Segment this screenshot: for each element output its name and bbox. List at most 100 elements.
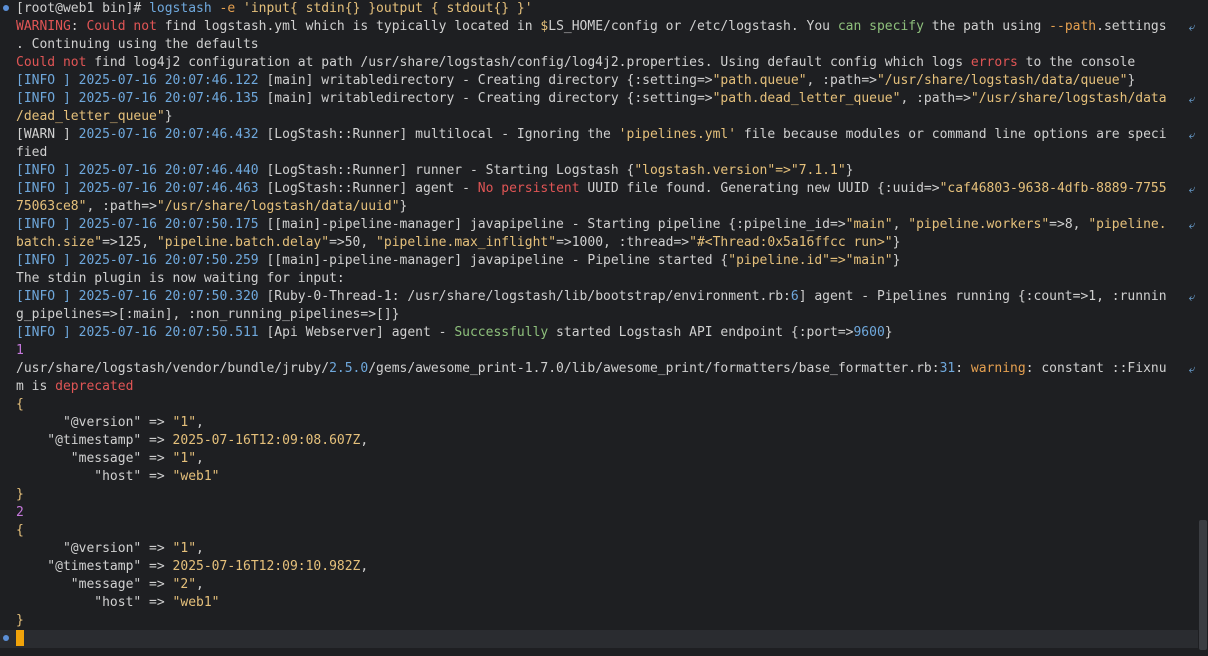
line-wrap-icon: ⤶	[1188, 218, 1196, 232]
terminal-text: 2025-07-16 20:07:46.135	[70, 91, 267, 106]
terminal-line: 2	[0, 504, 1198, 522]
terminal-line: }	[0, 612, 1198, 630]
terminal-text: "#<Thread:0x5a16ffcc run>"	[689, 235, 893, 250]
terminal-text: "/usr/share/logstash/data	[970, 91, 1167, 106]
terminal-text: writabledirectory - Creating directory {…	[313, 91, 713, 106]
terminal-text: 2	[16, 505, 24, 520]
terminal-text: [INFO ]	[16, 325, 71, 340]
terminal-text: "@timestamp" =>	[16, 559, 173, 574]
terminal-line: "@timestamp" => 2025-07-16T12:09:10.982Z…	[0, 558, 1198, 576]
terminal-text: [INFO ]	[16, 253, 71, 268]
terminal-text: {	[16, 397, 24, 412]
terminal-text: batch.size"	[16, 235, 103, 250]
terminal-text: [INFO ]	[16, 73, 71, 88]
terminal-line: {	[0, 396, 1198, 414]
terminal-text: "path.dead_letter_queue"	[712, 91, 901, 106]
terminal-text: "web1"	[172, 595, 220, 610]
terminal-line: m is deprecated	[0, 378, 1198, 396]
terminal-text: }	[16, 487, 24, 502]
terminal-text: The stdin plugin is now waiting for inpu…	[16, 271, 345, 286]
terminal-text: ,	[360, 559, 369, 574]
terminal-text: /usr/share/logstash/vendor/bundle/jruby/	[16, 361, 330, 376]
terminal-text: "/usr/share/logstash/data/uuid"	[156, 199, 400, 214]
terminal-text: 2025-07-16T12:09:10.982Z	[172, 559, 361, 574]
terminal-text: [INFO ]	[16, 217, 71, 232]
terminal-text: }	[892, 235, 901, 250]
terminal-text: }	[164, 109, 173, 124]
prompt-line	[0, 630, 1198, 648]
terminal-text: "host" =>	[16, 469, 173, 484]
terminal-text: 'input{ stdin{} }output { stdout{} }'	[243, 1, 533, 16]
terminal-text: 6	[790, 289, 799, 304]
terminal-text: [main]	[266, 73, 314, 88]
terminal-text: UUID file found. Generating new UUID {:u…	[579, 181, 940, 196]
prompt-marker-icon	[3, 5, 9, 11]
terminal-text: 31	[939, 361, 956, 376]
terminal-text: 75063ce8"	[16, 199, 87, 214]
terminal-text: /gems/awesome_print-1.7.0/lib/awesome_pr…	[368, 361, 940, 376]
line-wrap-icon: ⤶	[1188, 182, 1196, 196]
terminal-text: }	[884, 325, 893, 340]
terminal-line: [INFO ] 2025-07-16 20:07:46.135 [main] w…	[0, 90, 1198, 108]
terminal-text: [[main]-pipeline-manager] javapipeline -…	[266, 253, 729, 268]
terminal-text: g_pipelines=>[:main], :non_running_pipel…	[16, 307, 400, 322]
vertical-scrollbar[interactable]	[1198, 0, 1208, 656]
terminal-text: [INFO ]	[16, 181, 71, 196]
terminal-text: the path using	[923, 19, 1050, 34]
terminal-text: "pipeline.id"=>"main"	[728, 253, 893, 268]
terminal-line: /usr/share/logstash/vendor/bundle/jruby/…	[0, 360, 1198, 378]
terminal-text: file because modules or command line opt…	[736, 127, 1167, 142]
terminal-text: -e	[211, 1, 243, 16]
terminal-text: "host" =>	[16, 595, 173, 610]
terminal-text: =>8,	[1049, 217, 1089, 232]
terminal-line: 1	[0, 342, 1198, 360]
text-cursor[interactable]	[16, 630, 24, 646]
terminal-text: "2"	[172, 577, 197, 592]
terminal-line: [INFO ] 2025-07-16 20:07:50.259 [[main]-…	[0, 252, 1198, 270]
terminal-text: WARNING	[16, 19, 71, 34]
terminal-text: Could not	[16, 55, 87, 70]
terminal-text: m is	[16, 379, 56, 394]
prompt-marker-icon	[3, 635, 9, 641]
terminal-text: "pipeline.max_inflight"	[376, 235, 557, 250]
terminal-text: }	[1127, 73, 1136, 88]
terminal-text: --path	[1049, 19, 1097, 34]
terminal-text: [root@web1 bin]	[16, 1, 134, 16]
terminal-line: "host" => "web1"	[0, 594, 1198, 612]
terminal-text: , :path=>	[900, 91, 971, 106]
terminal-text: "1"	[172, 541, 197, 556]
terminal-text: }	[845, 163, 854, 178]
terminal-text: [INFO ]	[16, 289, 71, 304]
terminal-text: [LogStash::Runner] multilocal - Ignoring…	[266, 127, 619, 142]
terminal-text: =>50,	[329, 235, 377, 250]
terminal-text: "main"	[845, 217, 893, 232]
terminal-text: ,	[196, 577, 204, 592]
terminal-text: to the console	[1017, 55, 1136, 70]
terminal-text: ,	[196, 541, 204, 556]
terminal-text: [[main]-pipeline-manager] javapipeline -…	[266, 217, 846, 232]
terminal-text: ] agent - Pipelines running {:count=>1, …	[798, 289, 1167, 304]
terminal-text: 2025-07-16 20:07:50.175	[70, 217, 267, 232]
terminal-line: {	[0, 522, 1198, 540]
terminal-text: No persistent	[477, 181, 580, 196]
terminal-text: "logstash.version"=>"7.1.1"	[634, 163, 846, 178]
terminal-text: /dead_letter_queue"	[16, 109, 165, 124]
terminal-text: [Ruby-0-Thread-1: /usr/share/logstash/li…	[266, 289, 791, 304]
terminal-line: batch.size"=>125, "pipeline.batch.delay"…	[0, 234, 1198, 252]
terminal-text: "web1"	[172, 469, 220, 484]
terminal-text: "pipeline.batch.delay"	[156, 235, 330, 250]
terminal-output[interactable]: [root@web1 bin]# logstash -e 'input{ std…	[0, 0, 1198, 656]
terminal-text: [Api Webserver] agent -	[266, 325, 455, 340]
scrollbar-thumb[interactable]	[1199, 520, 1207, 650]
terminal-text: }	[399, 199, 408, 214]
terminal-line: [INFO ] 2025-07-16 20:07:50.320 [Ruby-0-…	[0, 288, 1198, 306]
terminal-text: [LogStash::Runner] agent -	[266, 181, 478, 196]
terminal-text: started Logstash API endpoint {:port=>	[548, 325, 854, 340]
terminal-text: "caf46803-9638-4dfb-8889-7755	[939, 181, 1167, 196]
line-wrap-icon: ⤶	[1188, 20, 1196, 34]
terminal-text: 2025-07-16T12:09:08.607Z	[172, 433, 361, 448]
terminal-line: [INFO ] 2025-07-16 20:07:50.511 [Api Web…	[0, 324, 1198, 342]
terminal-text: {	[16, 523, 24, 538]
terminal-line: [INFO ] 2025-07-16 20:07:50.175 [[main]-…	[0, 216, 1198, 234]
terminal-line: [INFO ] 2025-07-16 20:07:46.440 [LogStas…	[0, 162, 1198, 180]
